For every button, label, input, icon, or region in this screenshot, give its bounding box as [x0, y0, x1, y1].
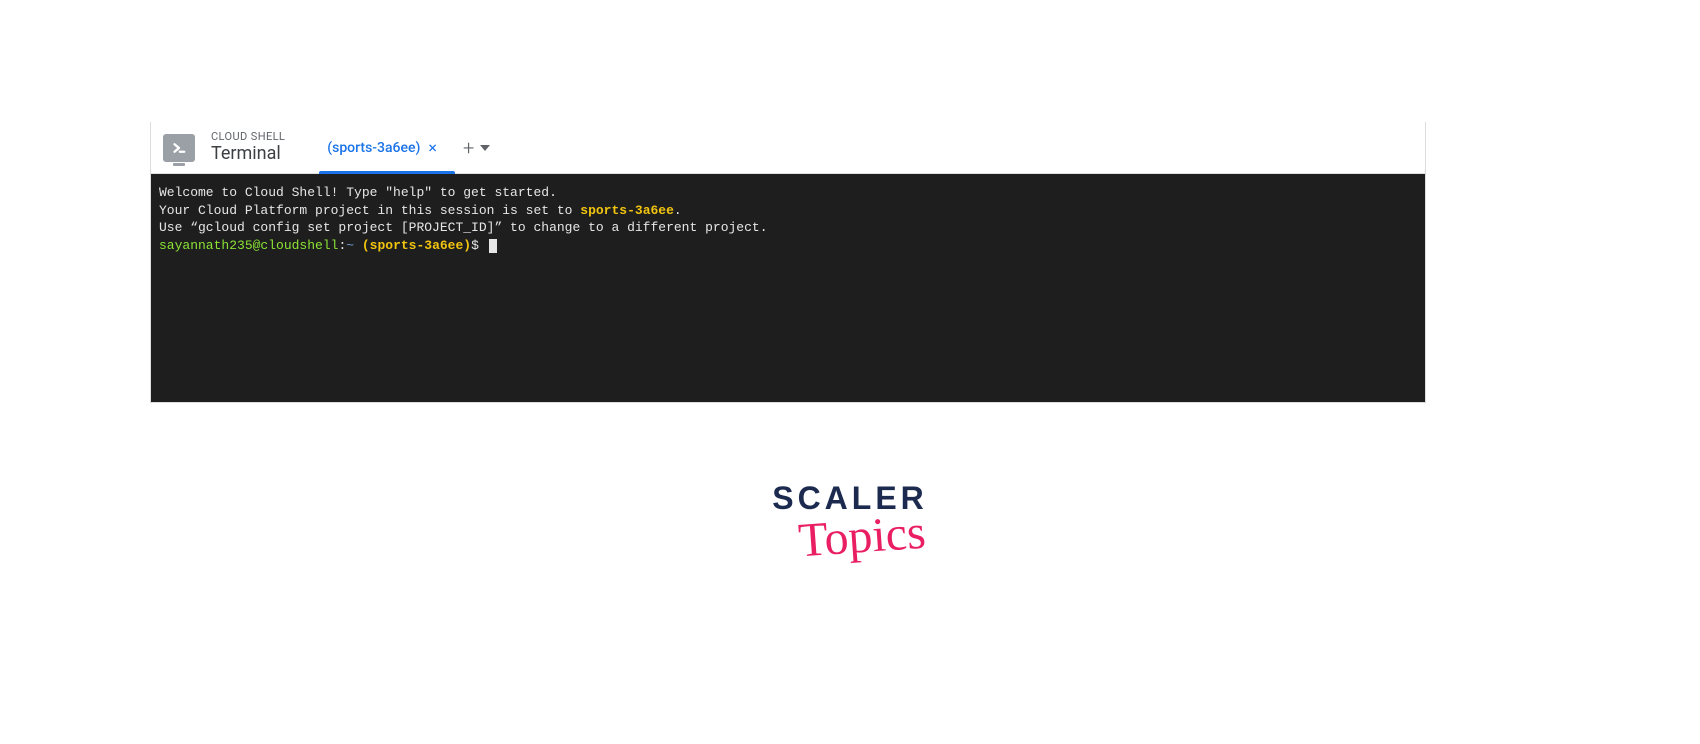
- cloud-shell-header: CLOUD SHELL Terminal (sports-3a6ee) × +: [151, 122, 1425, 174]
- terminal-icon: [163, 134, 195, 162]
- chevron-down-icon: [480, 138, 490, 157]
- prompt-path: ~: [346, 238, 354, 253]
- plus-icon: +: [463, 138, 474, 158]
- prompt-project: (sports-3a6ee): [354, 238, 471, 253]
- terminal-line: .: [674, 203, 682, 218]
- tab-sports-3a6ee[interactable]: (sports-3a6ee) ×: [321, 122, 443, 173]
- terminal-line: Your Cloud Platform project in this sess…: [159, 203, 580, 218]
- add-tab-button[interactable]: +: [463, 138, 490, 158]
- prompt-dollar: $: [471, 238, 479, 253]
- terminal-output[interactable]: Welcome to Cloud Shell! Type "help" to g…: [151, 174, 1425, 402]
- title-block: CLOUD SHELL Terminal: [211, 130, 285, 165]
- watermark-line2: Topics: [782, 504, 941, 570]
- project-id-highlight: sports-3a6ee: [580, 203, 674, 218]
- tab-bar: (sports-3a6ee) × +: [321, 122, 490, 173]
- terminal-line: Use “gcloud config set project [PROJECT_…: [159, 220, 768, 235]
- title-small: CLOUD SHELL: [211, 130, 285, 143]
- watermark: SCALER Topics: [772, 480, 928, 564]
- tab-active-indicator: [319, 171, 455, 174]
- tab-label: (sports-3a6ee): [327, 140, 420, 156]
- prompt-user: sayannath235@cloudshell: [159, 238, 338, 253]
- terminal-line: Welcome to Cloud Shell! Type "help" to g…: [159, 185, 557, 200]
- cloud-shell-panel: CLOUD SHELL Terminal (sports-3a6ee) × + …: [150, 122, 1426, 403]
- title-large: Terminal: [211, 143, 285, 165]
- close-icon[interactable]: ×: [428, 140, 437, 156]
- terminal-cursor: [489, 239, 497, 253]
